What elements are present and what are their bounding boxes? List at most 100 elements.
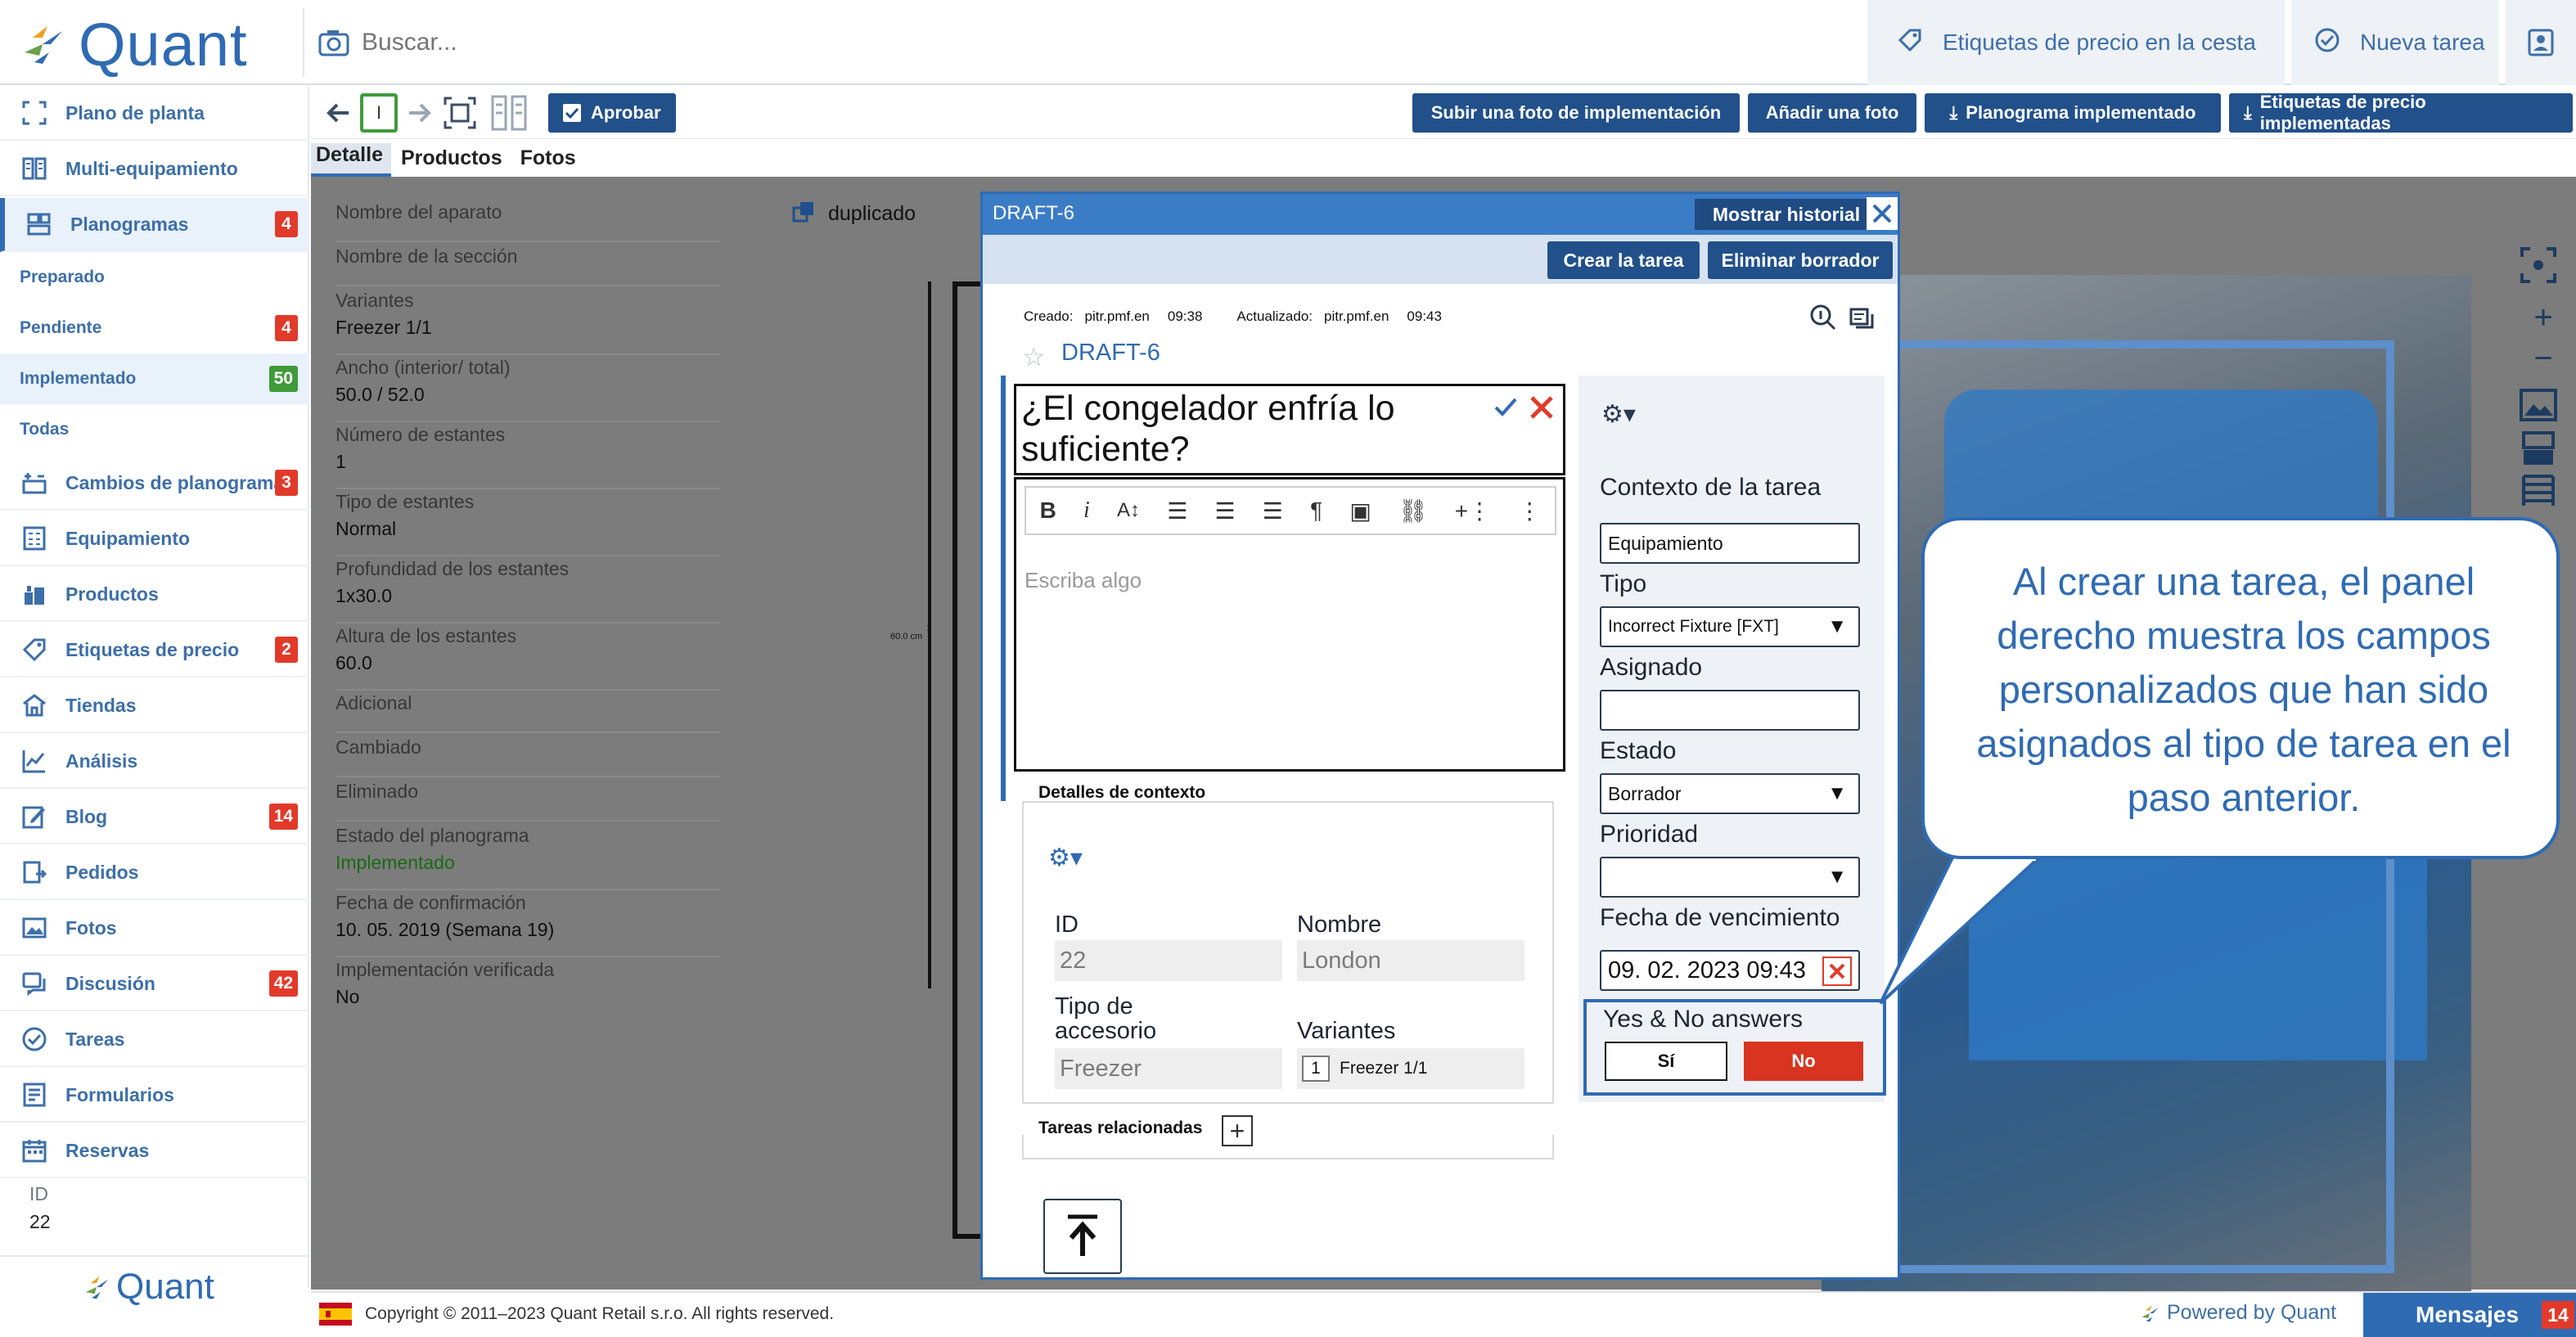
messages-count-badge: 14 (2542, 1301, 2574, 1329)
add-photo-button[interactable]: Añadir una foto (1748, 93, 1916, 133)
comments-icon[interactable] (1849, 305, 1875, 335)
type-select[interactable]: Incorrect Fixture [FXT] ▼ (1600, 606, 1860, 647)
italic-icon[interactable]: i (1083, 497, 1090, 524)
price-tags-cart-button[interactable]: Etiquetas de precio en la cesta (1867, 0, 2285, 85)
new-task-button[interactable]: Nueva tarea (2291, 0, 2499, 85)
sidebar-item-analytics[interactable]: Análisis (0, 735, 309, 789)
sidebar-item-reservations[interactable]: Reservas (0, 1124, 309, 1178)
quant-logo[interactable]: Quant (18, 11, 248, 79)
zoom-out-icon[interactable]: − (2519, 340, 2568, 388)
status-select[interactable]: Borrador ▼ (1600, 773, 1860, 814)
zoom-search-icon[interactable] (1809, 304, 1837, 335)
planogram-toolbar: I Aprobar Subir una foto de implementaci… (311, 87, 2576, 139)
search-bar[interactable] (303, 8, 1858, 77)
insert-image-icon[interactable]: ▣ (1349, 497, 1371, 524)
photos-icon (20, 913, 49, 943)
spain-flag-icon[interactable] (319, 1303, 352, 1326)
photo-compare-icon[interactable] (2519, 430, 2568, 473)
assigned-input[interactable] (1600, 690, 1860, 731)
insert-link-icon[interactable]: ⛓ (1398, 497, 1428, 524)
sidebar-item-photos[interactable]: Fotos (0, 902, 309, 956)
sidebar-subitem-implemented[interactable]: Implementado 50 (0, 353, 309, 404)
align-left-icon[interactable]: ☰ (1167, 497, 1187, 524)
image-icon[interactable] (2519, 388, 2568, 430)
settings-gear-icon[interactable]: ⚙▾ (1048, 844, 1083, 872)
delete-draft-button[interactable]: Eliminar borrador (1708, 241, 1893, 279)
detail-value: Freezer 1/1 (336, 317, 432, 338)
close-button[interactable] (1867, 197, 1898, 230)
related-tasks-box (1022, 1135, 1554, 1159)
panel-settings-gear-icon[interactable]: ⚙▾ (1601, 400, 1636, 429)
cancel-x-icon[interactable] (1527, 393, 1556, 426)
products-icon (20, 579, 49, 609)
sidebar-item-tasks[interactable]: Tareas (0, 1013, 309, 1067)
sidebar-item-forms[interactable]: Formularios (0, 1069, 309, 1123)
sidebar-item-label: Plano de planta (65, 101, 205, 124)
insert-more-icon[interactable]: +⋮ (1455, 497, 1491, 524)
scroll-top-button[interactable] (1043, 1199, 1122, 1274)
planogram-implemented-download-button[interactable]: ⤓ Planograma implementado (1925, 93, 2221, 133)
yes-button[interactable]: Sí (1605, 1042, 1727, 1081)
sidebar-subitem-all[interactable]: Todas (0, 404, 309, 455)
clear-date-icon[interactable] (1822, 957, 1852, 986)
detail-label: Cambiado (336, 736, 421, 758)
paragraph-icon[interactable]: ¶ (1310, 497, 1322, 524)
sidebar-item-planograms[interactable]: Planogramas 4 (0, 198, 309, 252)
camera-icon[interactable] (317, 26, 350, 59)
due-date-input[interactable]: 09. 02. 2023 09:43 (1600, 950, 1860, 991)
font-size-icon[interactable]: A↕ (1117, 499, 1140, 522)
fullscreen-icon[interactable] (2519, 245, 2568, 299)
sidebar-item-floorplan[interactable]: Plano de planta (0, 87, 309, 141)
zoom-in-icon[interactable]: + (2519, 299, 2568, 340)
created-time: 09:38 (1167, 308, 1203, 324)
sidebar-item-orders[interactable]: Pedidos (0, 846, 309, 900)
sidebar-item-stores[interactable]: Tiendas (0, 679, 309, 733)
question-title-field[interactable]: ¿El congelador enfría lo suficiente? (1014, 384, 1565, 475)
user-profile-button[interactable] (2506, 0, 2576, 85)
sidebar-item-equipment[interactable]: Equipamiento (0, 512, 309, 566)
powered-by-link[interactable]: Powered by Quant (2139, 1301, 2336, 1325)
duplicate-label[interactable]: duplicado (792, 200, 916, 228)
context-input[interactable]: Equipamiento (1600, 523, 1860, 564)
tab-detail[interactable]: Detalle (311, 143, 391, 177)
sidebar-subitem-prepared[interactable]: Preparado (0, 252, 309, 303)
more-options-icon[interactable]: ⋮ (1518, 497, 1541, 524)
star-icon[interactable]: ☆ (1022, 341, 1046, 372)
align-right-icon[interactable]: ☰ (1263, 497, 1283, 524)
page-indicator[interactable]: I (360, 93, 398, 133)
approve-button[interactable]: Aprobar (548, 93, 676, 133)
fit-view-icon[interactable] (442, 95, 478, 135)
rich-text-editor[interactable]: B i A↕ ☰ ☰ ☰ ¶ ▣ ⛓ +⋮ ⋮ Escriba algo (1014, 477, 1565, 772)
sidebar-subitem-pending[interactable]: Pendiente 4 (0, 303, 309, 353)
multi-equipment-icon (20, 154, 49, 183)
sidebar-item-planogram-changes[interactable]: Cambios de planograma 3 (0, 457, 309, 511)
search-input[interactable] (360, 28, 1015, 57)
detail-label: Número de estantes (336, 424, 506, 445)
show-history-button[interactable]: Mostrar historial (1695, 199, 1878, 230)
confirm-check-icon[interactable] (1491, 393, 1520, 426)
arrow-left-icon[interactable] (326, 98, 352, 132)
yes-no-label: Yes & No answers (1603, 1006, 1804, 1033)
sidebar-item-price-tags[interactable]: Etiquetas de precio 2 (0, 623, 309, 678)
no-button[interactable]: No (1744, 1042, 1863, 1081)
sidebar-item-discussion[interactable]: Discusión 42 (0, 957, 309, 1011)
arrow-right-icon[interactable] (406, 98, 432, 132)
detail-label: Ancho (interior/ total) (336, 357, 511, 378)
sidebar-item-multi-equipment[interactable]: Multi-equipamiento (0, 142, 309, 196)
shelves-icon[interactable] (2519, 473, 2568, 515)
sidebar-item-blog[interactable]: Blog 14 (0, 790, 309, 844)
create-task-button[interactable]: Crear la tarea (1547, 241, 1700, 279)
sidebar-item-products[interactable]: Productos (0, 568, 309, 622)
fixture-outline (952, 281, 982, 1239)
align-center-icon[interactable]: ☰ (1214, 497, 1235, 524)
bold-icon[interactable]: B (1040, 497, 1056, 524)
price-tags-implemented-download-button[interactable]: ⤓ Etiquetas de precio implementadas (2229, 92, 2573, 133)
ctx-name-value: London (1297, 940, 1524, 981)
messages-label: Mensajes (2416, 1302, 2520, 1327)
upload-implementation-photo-button[interactable]: Subir una foto de implementación (1412, 93, 1740, 133)
messages-button[interactable]: Mensajes 14 (2363, 1293, 2576, 1337)
tab-products[interactable]: Productos (396, 146, 511, 177)
priority-select[interactable]: ▼ (1600, 857, 1860, 898)
compare-layout-icon[interactable] (489, 93, 529, 137)
tab-photos[interactable]: Fotos (516, 146, 584, 177)
